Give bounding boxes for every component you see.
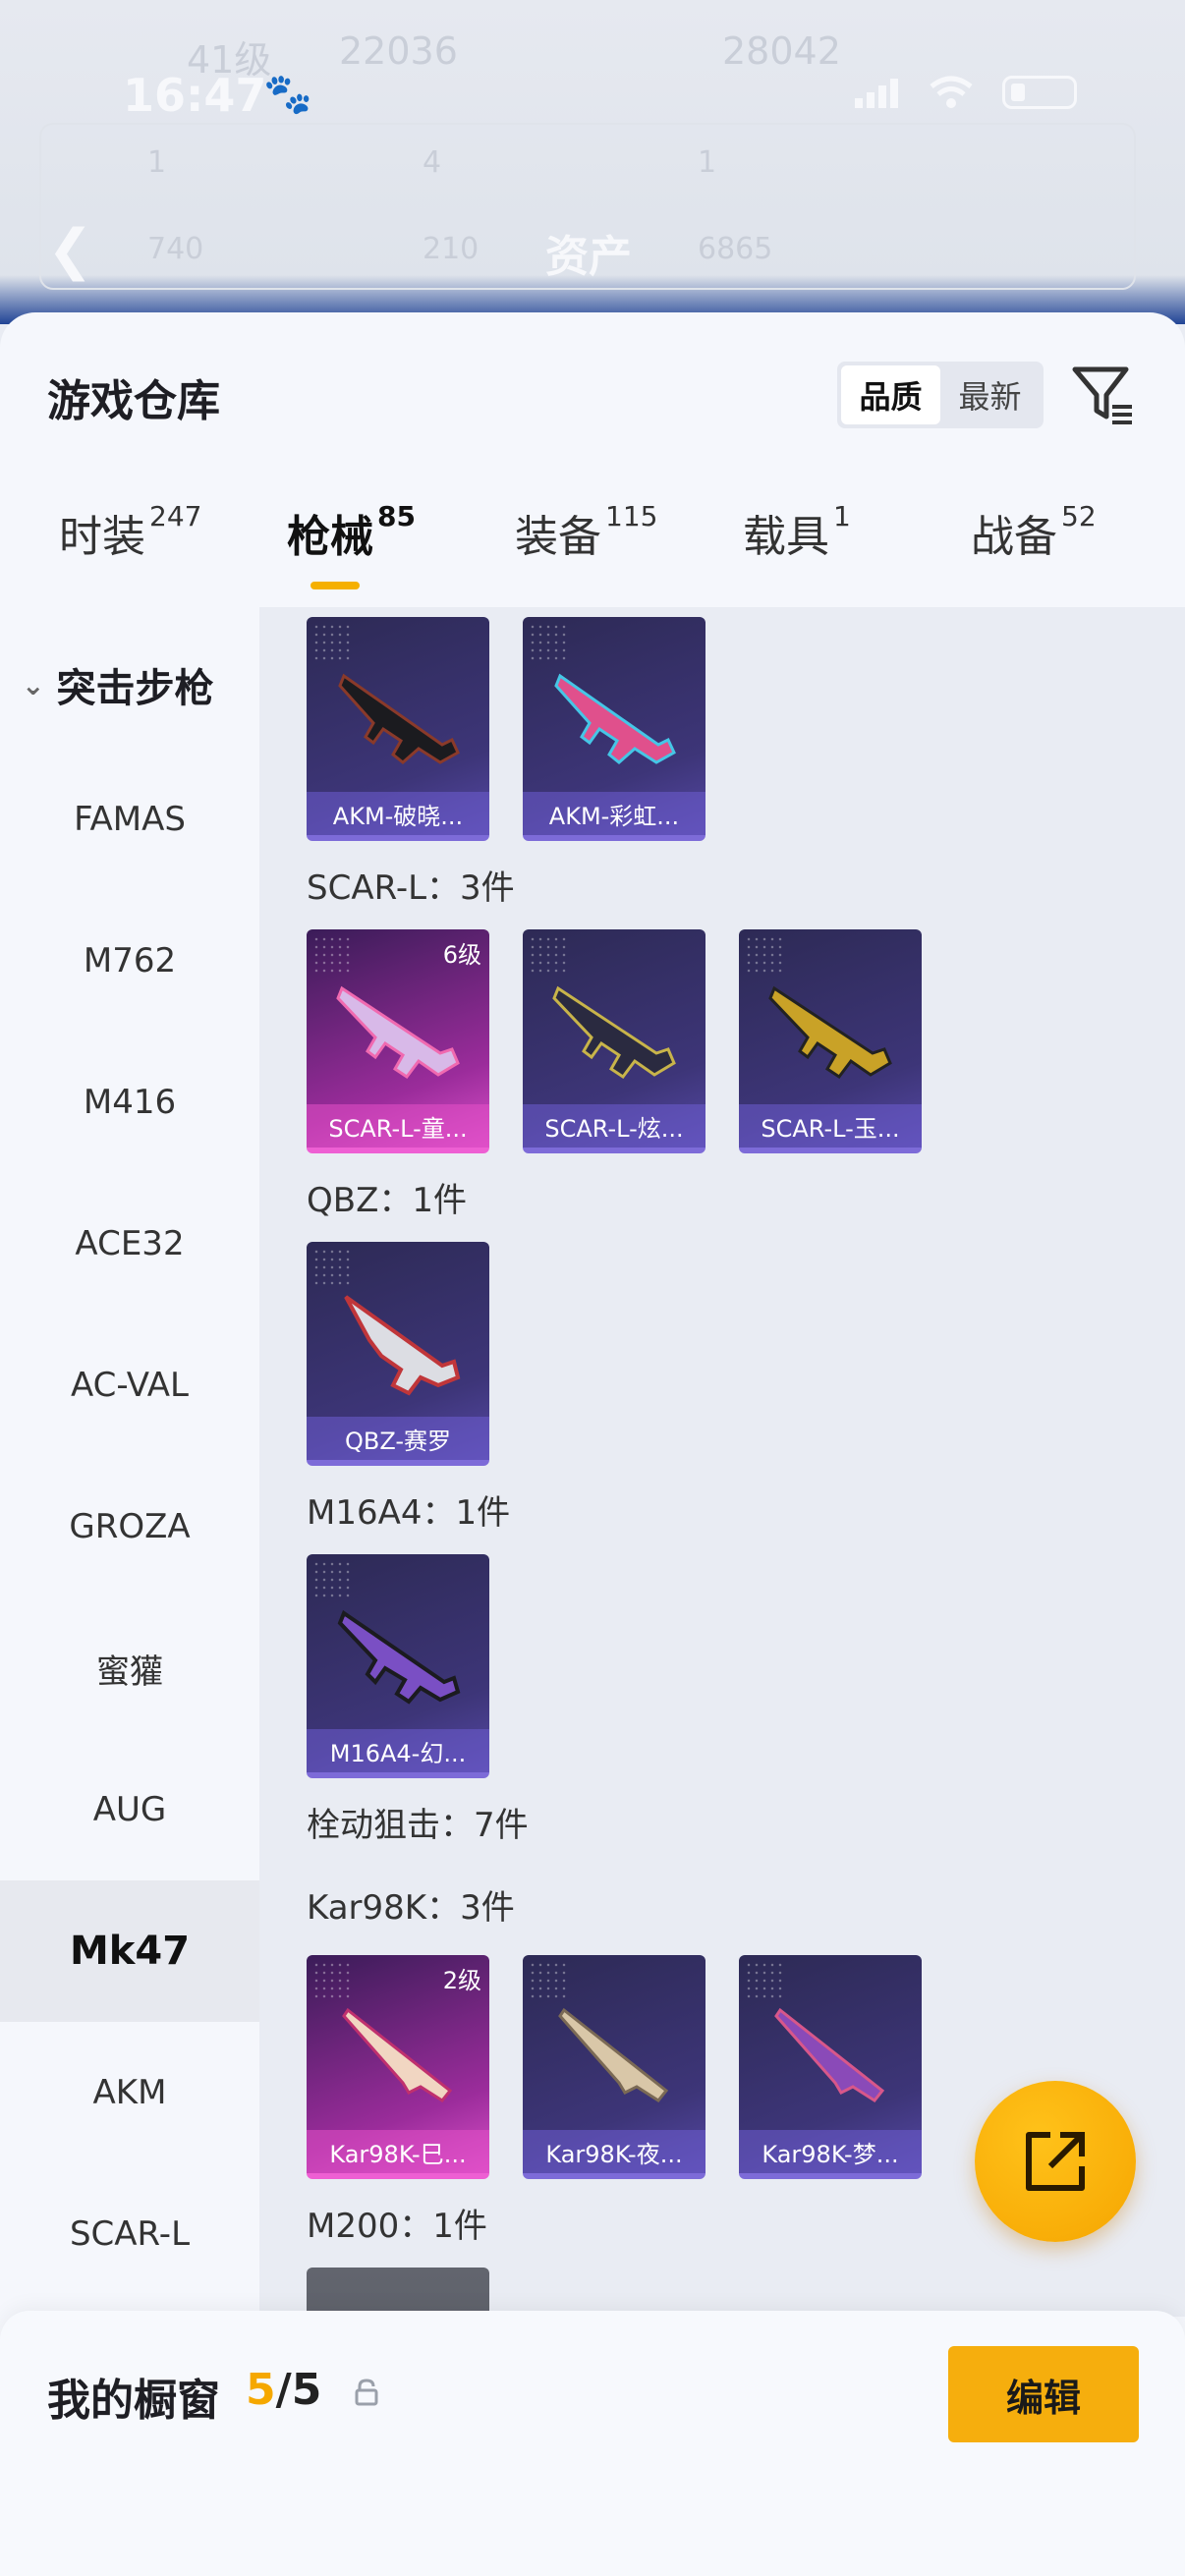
tab-fashion[interactable]: 时装 247 [59, 500, 202, 564]
weapon-card[interactable]: M16A4-幻... [307, 1554, 489, 1778]
sidebar-group-assault-rifle[interactable]: ⌄ 突击步枪 [22, 656, 213, 713]
rifle-icon [338, 673, 460, 764]
ghost-row3-a: 740 [147, 232, 204, 266]
page-title: 游戏仓库 [47, 376, 220, 426]
tab-equipment[interactable]: 装备 115 [515, 500, 658, 564]
tab-vehicles[interactable]: 载具 1 [743, 500, 851, 564]
tab-count: 1 [833, 500, 851, 533]
sniper-rifle-icon [558, 2007, 669, 2102]
showcase-total: /5 [275, 2365, 322, 2415]
group-label-m16a4: M16A4：1件 [307, 1493, 511, 1533]
sidebar-item-ace32[interactable]: ACE32 [0, 1173, 259, 1315]
sidebar-item-m416[interactable]: M416 [0, 1032, 259, 1173]
card-caption: Kar98K-夜... [523, 2130, 705, 2173]
tab-label: 时装 [59, 512, 145, 562]
sidebar-item-groza[interactable]: GROZA [0, 1456, 259, 1597]
category-tabs: 时装 247 枪械 85 装备 115 载具 1 战备 52 [0, 500, 1185, 609]
sidebar-item-scar-l[interactable]: SCAR-L [0, 2163, 259, 2305]
showcase-label: 我的橱窗 [47, 2376, 220, 2426]
rifle-icon [336, 985, 460, 1080]
sidebar-item-ac-val[interactable]: AC-VAL [0, 1315, 259, 1456]
tab-count: 247 [149, 500, 202, 533]
weapon-card[interactable]: Kar98K-夜... [523, 1955, 705, 2179]
sidebar-item-aug[interactable]: AUG [0, 1739, 259, 1880]
tab-firearms[interactable]: 枪械 85 [287, 500, 416, 564]
stat-b: 28042 [722, 29, 841, 73]
showcase-count: 5/5 [246, 2365, 321, 2415]
sniper-rifle-icon [774, 2007, 885, 2102]
weapon-card[interactable]: AKM-彩虹... [523, 617, 705, 841]
card-caption: AKM-破晓... [307, 792, 489, 835]
card-caption: SCAR-L-炫... [523, 1104, 705, 1148]
rifle-icon [552, 985, 676, 1080]
tab-label: 战备 [971, 512, 1057, 562]
weapon-card[interactable]: SCAR-L-玉... [739, 929, 922, 1153]
card-caption: Kar98K-梦... [739, 2130, 922, 2173]
tab-count: 115 [605, 500, 658, 533]
stat-a: 22036 [339, 29, 458, 73]
card-caption: Kar98K-巳... [307, 2130, 489, 2173]
ghost-row3-b: 210 [423, 232, 480, 266]
edit-button[interactable]: 编辑 [948, 2346, 1139, 2442]
tab-count: 52 [1061, 500, 1097, 533]
ghost-row2-a: 1 [147, 145, 167, 180]
header-title: 资产 [545, 232, 632, 282]
tab-label: 载具 [743, 512, 829, 562]
tab-label: 枪械 [287, 512, 373, 562]
rifle-icon [337, 1609, 461, 1705]
tab-label: 装备 [515, 512, 601, 562]
wifi-icon [930, 76, 973, 108]
sort-toggle: 品质 最新 [837, 362, 1044, 428]
signal-icon [855, 79, 898, 108]
battery-icon [1002, 76, 1077, 109]
filter-icon[interactable] [1069, 360, 1138, 428]
weapon-card[interactable]: QBZ-赛罗 [307, 1242, 489, 1466]
share-button[interactable] [975, 2081, 1136, 2242]
weapon-grid: AKM-破晓... AKM-彩虹... SCAR-L：3件 6级 SCAR-L-… [259, 607, 1185, 2317]
sort-latest[interactable]: 最新 [940, 365, 1040, 424]
weapon-card[interactable]: 2级 Kar98K-巳... [307, 1955, 489, 2179]
rifle-icon [344, 1295, 461, 1396]
rifle-icon [554, 673, 676, 764]
tab-supplies[interactable]: 战备 52 [971, 500, 1097, 564]
sidebar-item-famas[interactable]: FAMAS [0, 749, 259, 890]
status-time: 16:47 [123, 69, 267, 122]
sidebar-item-m762[interactable]: M762 [0, 890, 259, 1032]
active-tab-indicator [310, 582, 360, 589]
group-label-kar98k: Kar98K：3件 [307, 1888, 515, 1928]
weapon-sidebar: ⌄ 突击步枪 FAMAS M762 M416 ACE32 AC-VAL GROZ… [0, 607, 259, 2317]
sidebar-item-honey-badger[interactable]: 蜜獾 [0, 1597, 259, 1739]
ghost-row2-c: 1 [698, 145, 717, 180]
card-caption: QBZ-赛罗 [307, 1417, 489, 1460]
tab-count: 85 [377, 500, 416, 533]
weapon-card[interactable] [307, 2268, 489, 2317]
group-label-scar-l: SCAR-L：3件 [307, 868, 515, 908]
back-icon[interactable]: ❮ [47, 218, 93, 282]
group-label-bolt-sniper: 栓动狙击：7件 [307, 1806, 529, 1845]
weapon-card[interactable]: Kar98K-梦... [739, 1955, 922, 2179]
sniper-rifle-icon [342, 2007, 453, 2102]
ghost-row2-b: 4 [423, 145, 442, 180]
weapon-card[interactable]: AKM-破晓... [307, 617, 489, 841]
share-external-icon [1026, 2132, 1085, 2191]
sidebar-item-mk47[interactable]: Mk47 [0, 1880, 259, 2022]
weapon-card[interactable]: SCAR-L-炫... [523, 929, 705, 1153]
showcase-current: 5 [246, 2365, 276, 2415]
card-caption: M16A4-幻... [307, 1729, 489, 1772]
sidebar-item-akm[interactable]: AKM [0, 2022, 259, 2163]
lock-icon [355, 2379, 378, 2406]
paw-icon: 🐾 [263, 72, 312, 117]
weapon-card[interactable]: 6级 SCAR-L-童... [307, 929, 489, 1153]
card-caption: SCAR-L-玉... [739, 1104, 922, 1148]
sidebar-group-label: 突击步枪 [56, 666, 214, 711]
group-label-m200: M200：1件 [307, 2207, 487, 2246]
status-icons [855, 75, 1077, 110]
chevron-down-icon: ⌄ [22, 668, 45, 701]
ghost-row3-c: 6865 [698, 232, 773, 266]
card-caption: AKM-彩虹... [523, 792, 705, 835]
card-caption: SCAR-L-童... [307, 1104, 489, 1148]
sort-quality[interactable]: 品质 [841, 365, 940, 424]
group-label-qbz: QBZ：1件 [307, 1181, 468, 1220]
rifle-icon [768, 985, 892, 1080]
